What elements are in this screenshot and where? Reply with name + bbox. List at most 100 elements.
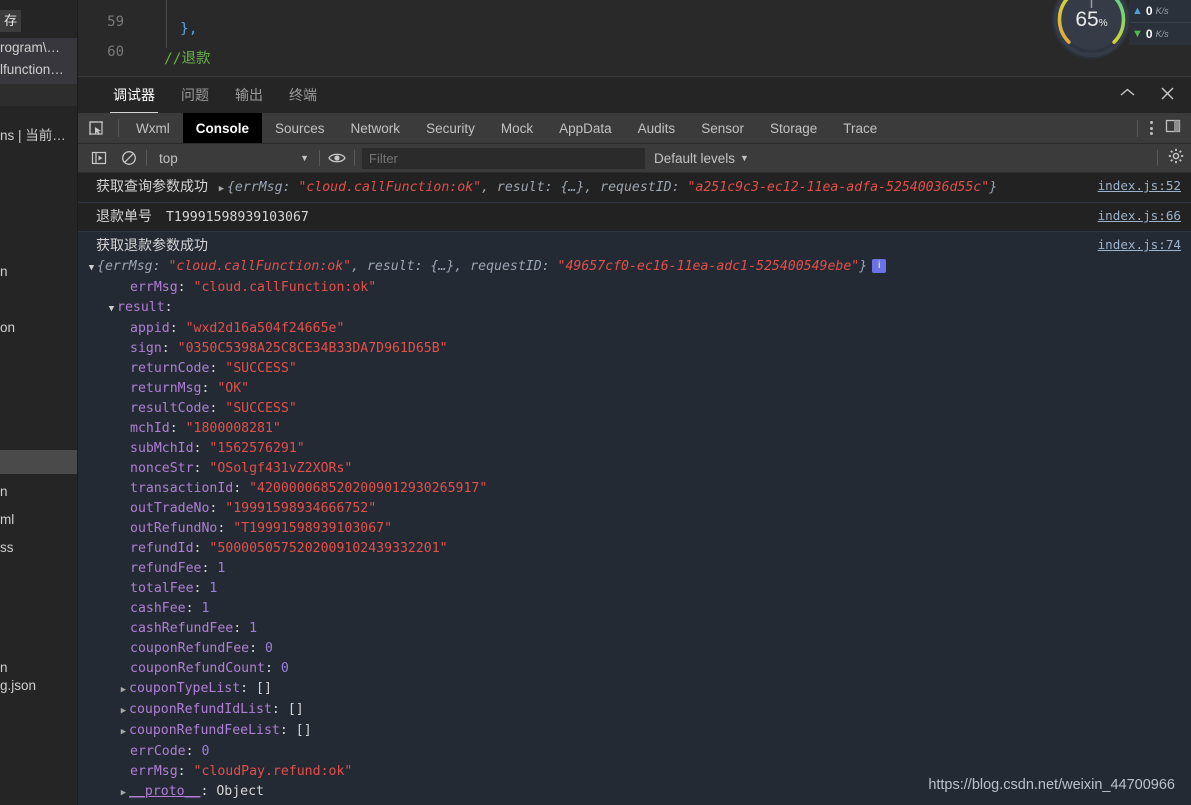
property-value: 1 <box>217 561 226 576</box>
tab-audits[interactable]: Audits <box>625 113 689 143</box>
object-root-row[interactable]: ▼ {errMsg: "cloud.callFunction:ok", resul… <box>86 257 1191 278</box>
devtools-tab-actions <box>1137 113 1191 143</box>
watermark-url: https://blog.csdn.net/weixin_44700966 <box>928 777 1175 793</box>
sidebar-item-3[interactable] <box>0 84 77 106</box>
sidebar-item-12[interactable]: g.json <box>0 676 77 698</box>
cpu-gauge[interactable]: 65% <box>1054 0 1129 57</box>
tab-terminal[interactable]: 终端 <box>276 77 330 114</box>
sidebar-item-4[interactable]: ns | 当前… <box>0 126 77 148</box>
property-value: "0350C5398A25C8CE34B33DA7D961D65B" <box>177 341 448 356</box>
log-level-value: Default levels <box>654 150 736 166</box>
source-link[interactable]: index.js:52 <box>1098 176 1181 196</box>
divider <box>1157 150 1158 166</box>
tab-sensor[interactable]: Sensor <box>688 113 757 143</box>
console-row-refund-no[interactable]: 退款单号 T19991598939103067 index.js:66 <box>78 203 1191 232</box>
property-colon: : <box>271 702 288 717</box>
property-colon: : <box>233 481 250 496</box>
console-output[interactable]: 获取查询参数成功 ▶ {errMsg: "cloud.callFunction:o… <box>78 173 1191 805</box>
tab-problems[interactable]: 问题 <box>168 77 222 114</box>
expanded-object-tree[interactable]: ▼ {errMsg: "cloud.callFunction:ok", resul… <box>78 257 1191 805</box>
system-monitor-widget[interactable]: 65% ▲ 0 K/s ▼ 0 K/s <box>1054 0 1191 57</box>
clear-console-icon[interactable] <box>114 144 144 173</box>
sidebar-item-2[interactable]: lfunction… <box>0 60 77 84</box>
object-property-couponRefundIdList[interactable]: ▶ couponRefundIdList: [] <box>86 700 1191 721</box>
console-row-query-params[interactable]: 获取查询参数成功 ▶ {errMsg: "cloud.callFunction:o… <box>78 173 1191 203</box>
tab-label: Audits <box>637 120 676 136</box>
collapse-arrow-icon[interactable]: ▼ <box>86 258 97 278</box>
log-message-prefix: 获取查询参数成功 <box>96 178 208 194</box>
code-editor[interactable]: 58 59 }, 60 //退款 <box>78 0 1191 76</box>
upload-speed-row: ▲ 0 K/s <box>1129 0 1191 23</box>
expand-arrow-icon[interactable]: ▶ <box>118 701 129 721</box>
chevron-up-icon[interactable] <box>1117 83 1137 103</box>
tab-debugger[interactable]: 调试器 <box>100 77 168 114</box>
property-colon: : <box>177 764 194 779</box>
object-property-couponRefundFeeList[interactable]: ▶ couponRefundFeeList: [] <box>86 721 1191 742</box>
property-value: "wxd2d16a504f24665e" <box>185 321 345 336</box>
tab-label: Trace <box>843 120 878 136</box>
expand-arrow-icon[interactable]: ▶ <box>118 680 129 700</box>
gear-icon[interactable] <box>1168 148 1184 169</box>
expand-arrow-icon[interactable]: ▶ <box>118 722 129 742</box>
property-value: 0 <box>264 641 273 656</box>
close-icon[interactable] <box>1157 83 1177 103</box>
sidebar-item-label: ns | 当前… <box>0 128 66 143</box>
property-key: outRefundNo <box>130 521 218 536</box>
expand-arrow-icon[interactable]: ▶ <box>118 783 129 803</box>
property-key: transactionId <box>130 481 234 496</box>
execution-context-select[interactable]: top ▼ <box>149 144 317 172</box>
property-key: couponTypeList <box>129 681 241 696</box>
sidebar-item-6[interactable]: on <box>0 318 77 340</box>
cpu-gauge-label: 65% <box>1075 8 1107 32</box>
tab-label: Sensor <box>701 120 744 136</box>
chevron-down-icon: ▼ <box>740 153 749 163</box>
inspect-element-icon[interactable] <box>78 113 114 143</box>
property-colon: : <box>201 561 218 576</box>
object-property-couponTypeList[interactable]: ▶ couponTypeList: [] <box>86 679 1191 700</box>
property-value: "19991598934666752" <box>225 501 377 516</box>
property-value: 1 <box>209 581 218 596</box>
dock-panel-icon[interactable] <box>1165 118 1187 139</box>
file-explorer-sidebar[interactable]: 存 rogram\… lfunction… ns | 当前… n on n ml <box>0 0 78 805</box>
sidebar-item-5[interactable]: n <box>0 262 77 284</box>
console-row-refund-params[interactable]: 获取退款参数成功 index.js:74 <box>78 232 1191 257</box>
sidebar-item-0[interactable]: 存 <box>0 10 77 32</box>
chevron-down-icon: ▼ <box>300 153 309 163</box>
tab-storage[interactable]: Storage <box>757 113 830 143</box>
sidebar-item-8[interactable]: n <box>0 482 77 504</box>
collapse-arrow-icon[interactable]: ▼ <box>106 299 117 319</box>
live-expression-icon[interactable] <box>322 144 352 173</box>
expand-arrow-icon[interactable]: ▶ <box>216 179 227 199</box>
refund-order-number: T19991598939103067 <box>165 210 309 225</box>
property-value: "1562576291" <box>209 441 305 456</box>
property-value: "5000050575202009102439332201" <box>209 541 448 556</box>
tab-wxml[interactable]: Wxml <box>123 113 183 143</box>
sidebar-item-7[interactable] <box>0 450 77 474</box>
property-colon: : <box>161 341 178 356</box>
source-link[interactable]: index.js:66 <box>1098 206 1181 226</box>
more-vertical-icon[interactable] <box>1138 121 1165 135</box>
search-input[interactable] <box>362 147 645 169</box>
tab-security[interactable]: Security <box>413 113 488 143</box>
tab-sources[interactable]: Sources <box>262 113 338 143</box>
tab-output[interactable]: 输出 <box>222 77 276 114</box>
sidebar-item-10[interactable]: ss <box>0 538 77 560</box>
tab-network[interactable]: Network <box>338 113 414 143</box>
tab-trace[interactable]: Trace <box>830 113 890 143</box>
info-badge[interactable]: i <box>872 259 887 273</box>
console-filter-bar: top ▼ Default levels ▼ <box>78 144 1191 173</box>
log-level-select[interactable]: Default levels ▼ <box>654 151 749 166</box>
source-link[interactable]: index.js:74 <box>1098 235 1181 255</box>
tab-mock[interactable]: Mock <box>488 113 546 143</box>
upload-speed-unit: K/s <box>1155 6 1169 16</box>
code-line-60: //退款 <box>164 51 211 67</box>
sidebar-item-9[interactable]: ml <box>0 510 77 532</box>
object-preview-requestid: "49657cf0-ec16-11ea-adc1-525400549ebe" <box>557 259 860 274</box>
tab-appdata[interactable]: AppData <box>546 113 625 143</box>
object-property-refundFee: refundFee: 1 <box>86 559 1191 579</box>
execute-snippet-icon[interactable] <box>84 144 114 173</box>
sidebar-item-1[interactable]: rogram\… <box>0 38 77 60</box>
property-colon: : <box>185 744 202 759</box>
tab-console[interactable]: Console <box>182 113 263 143</box>
object-property-result[interactable]: ▼ result: <box>86 298 1191 319</box>
